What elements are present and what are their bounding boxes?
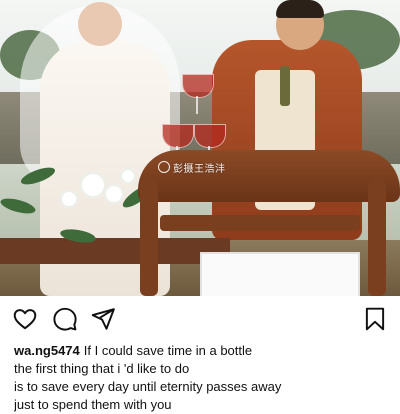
leaf <box>19 164 57 188</box>
speech-bubble-icon <box>53 307 77 331</box>
like-button[interactable] <box>12 306 38 332</box>
groom-tie <box>280 66 290 106</box>
post-caption: wa.ng5474 If I could save time in a bottl… <box>14 342 394 414</box>
share-button[interactable] <box>90 306 116 332</box>
photo-frame-prop <box>200 252 360 296</box>
watermark-text: 彭摄王浩沣 <box>173 164 226 175</box>
flower <box>80 172 106 198</box>
wine-glass-stem <box>196 96 198 114</box>
flower <box>60 190 78 208</box>
chair-leg <box>368 180 386 296</box>
bride-head <box>78 2 122 46</box>
flower <box>104 184 124 204</box>
caption-text: If I could save time in a bottle <box>83 343 253 358</box>
chair-backrest <box>138 150 400 202</box>
save-button[interactable] <box>362 306 388 332</box>
username-link[interactable]: wa.ng5474 <box>14 343 80 358</box>
leaf <box>59 226 97 246</box>
caption-line: just to spend them with you <box>14 397 172 412</box>
groom-hair <box>276 0 324 18</box>
caption-line: wa.ng5474 If I could save time in a bottl… <box>14 342 394 360</box>
post-action-bar <box>0 300 400 340</box>
leaf <box>0 195 37 217</box>
wine-glass <box>162 124 194 148</box>
wine-glass <box>182 74 214 98</box>
wine-glass <box>194 124 226 148</box>
chair-leg <box>140 180 158 296</box>
caption-line: is to save every day until eternity pass… <box>14 379 282 394</box>
paper-plane-icon <box>91 308 115 330</box>
heart-outline-icon <box>13 309 37 330</box>
comment-button[interactable] <box>52 306 78 332</box>
flower <box>120 168 136 184</box>
bookmark-outline-icon <box>365 307 385 331</box>
weibo-icon <box>158 161 170 173</box>
chair-rail <box>160 215 360 231</box>
caption-line: the first thing that i 'd like to do <box>14 361 190 376</box>
post-photo[interactable]: 彭摄王浩沣 <box>0 0 400 296</box>
photo-watermark: 彭摄王浩沣 <box>158 160 226 175</box>
